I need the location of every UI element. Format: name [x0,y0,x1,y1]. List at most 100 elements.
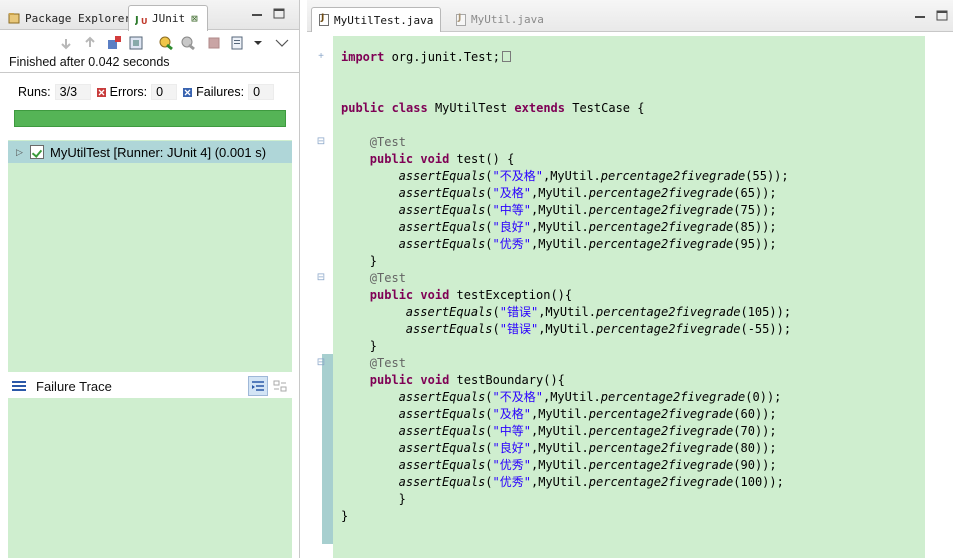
errors-label: Errors: [109,85,148,99]
code-token: assertEquals [398,458,486,472]
code-token: "及格" [492,186,531,200]
code-line: assertEquals("优秀",MyUtil.percentage2five… [399,236,777,253]
code-token: org.junit.Test; [384,50,500,64]
next-failure-icon[interactable] [58,35,74,51]
code-token: ,MyUtil. [530,424,589,438]
test-tree: ▷ MyUtilTest [Runner: JUnit 4] (0.001 s) [8,140,292,372]
code-line: assertEquals("中等",MyUtil.percentage2five… [399,423,777,440]
maximize-icon[interactable] [272,8,286,20]
editor-gutter: + ⊟ ⊟ ⊟ [315,36,333,558]
expand-fold-icon[interactable]: + [315,49,327,65]
tab-myutiltest-java[interactable]: MyUtilTest.java [311,7,442,32]
code-token: test() { [449,152,515,166]
minimize-icon[interactable] [250,8,264,20]
change-marker-bar [322,354,333,544]
tab-package-explorer[interactable]: Package Explorer [2,5,137,31]
code-token: percentage2fivegrade [588,424,734,438]
code-line: assertEquals("中等",MyUtil.percentage2five… [399,202,777,219]
code-token: MyUtilTest [427,101,515,115]
close-icon[interactable]: ⊠ [191,12,198,25]
svg-text:U: U [141,17,147,25]
code-area[interactable]: import org.junit.Test; public class MyUti… [333,36,925,558]
code-token: (55)); [745,169,789,183]
progress-fill [15,111,285,126]
run-status-text: Finished after 0.042 seconds [9,55,170,69]
java-file-icon [319,13,329,26]
rerun-failures-first-icon[interactable] [180,35,196,51]
code-token: public [369,288,414,302]
code-token: ( [485,203,493,217]
code-token: assertEquals [398,390,486,404]
test-run-history-icon[interactable] [230,35,246,51]
code-token: (90)); [733,458,777,472]
code-token: ( [485,390,493,404]
code-token: (0)); [745,390,782,404]
code-line: assertEquals("错误",MyUtil.percentage2five… [406,321,791,338]
code-line: assertEquals("良好",MyUtil.percentage2five… [399,440,777,457]
code-token: "优秀" [492,237,531,251]
compare-result-icon[interactable] [272,378,288,394]
code-token: ( [485,475,493,489]
failure-trace-panel [8,398,292,558]
code-token: testBoundary(){ [449,373,565,387]
folded-code-icon[interactable] [501,51,511,62]
runs-label: Runs: [18,85,51,99]
maximize-icon[interactable] [935,10,949,22]
view-menu-icon[interactable] [274,35,290,51]
code-token: void [420,288,450,302]
code-token: assertEquals [405,322,493,336]
code-token: ,MyUtil. [530,458,589,472]
code-line: } [341,508,348,525]
code-line: import org.junit.Test; [341,49,511,66]
code-line: assertEquals("及格",MyUtil.percentage2five… [399,406,777,423]
code-token: ( [485,458,493,472]
chevron-down-icon[interactable] [250,35,266,51]
code-line: assertEquals("错误",MyUtil.percentage2five… [406,304,791,321]
tab-myutil-java[interactable]: MyUtil.java [449,7,551,32]
code-token: ,MyUtil. [530,220,589,234]
previous-failure-icon[interactable] [82,35,98,51]
code-token: ,MyUtil. [530,186,589,200]
code-line: @Test [370,270,406,287]
error-icon [96,87,106,97]
tab-label: Package Explorer [25,11,131,25]
collapse-fold-icon[interactable]: ⊟ [315,355,327,371]
code-token: ( [485,169,493,183]
code-token: ( [492,322,500,336]
test-suite-row[interactable]: ▷ MyUtilTest [Runner: JUnit 4] (0.001 s) [8,141,292,163]
code-token: "错误" [499,322,539,336]
code-token: assertEquals [398,237,486,251]
code-token: @Test [369,135,406,149]
collapse-fold-icon[interactable]: ⊟ [315,134,327,150]
filter-stack-trace-icon[interactable] [248,376,268,396]
code-token: class [391,101,428,115]
code-token: ( [485,441,493,455]
failures-value: 0 [248,84,275,100]
expand-arrow-icon[interactable]: ▷ [16,147,26,158]
code-token: void [420,152,450,166]
tab-junit[interactable]: JU JUnit ⊠ [128,5,208,31]
runs-value: 3/3 [54,84,91,100]
rerun-test-icon[interactable] [158,35,174,51]
vertical-scrollbar[interactable] [925,36,953,558]
code-line: assertEquals("优秀",MyUtil.percentage2five… [399,457,777,474]
left-tab-bar: Package Explorer JU JUnit ⊠ [0,0,299,31]
svg-text:J: J [135,15,139,25]
code-token: testException(){ [449,288,573,302]
code-line: @Test [370,134,406,151]
code-token: ( [485,407,493,421]
java-file-icon [456,13,466,26]
stop-icon[interactable] [206,35,222,51]
code-token: ,MyUtil. [530,237,589,251]
collapse-fold-icon[interactable]: ⊟ [315,270,327,286]
code-token: public [369,152,414,166]
code-token: assertEquals [405,305,493,319]
show-failures-only-icon[interactable] [106,35,122,51]
minimize-icon[interactable] [913,10,927,22]
code-line: @Test [370,355,406,372]
code-token: (105)); [740,305,792,319]
code-token: @Test [369,271,406,285]
failure-trace-header: Failure Trace [8,374,292,398]
scroll-lock-icon[interactable] [128,35,144,51]
